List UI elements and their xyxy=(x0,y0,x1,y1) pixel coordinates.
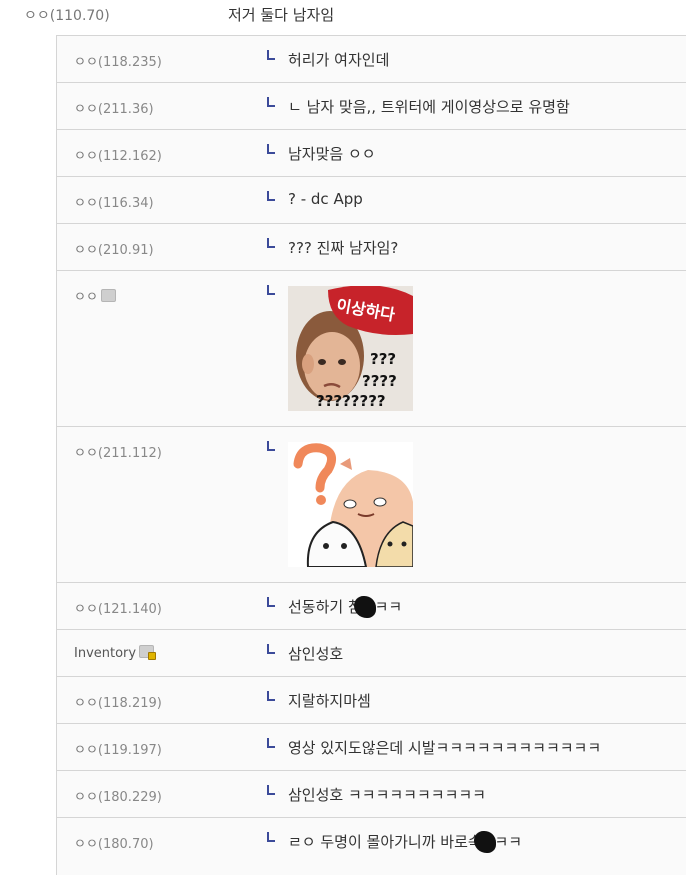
fixed-nick-icon xyxy=(139,645,157,660)
reply-text: 삼인성호 xyxy=(288,645,344,663)
reply-row: ㅇㅇ(211.112) xyxy=(57,426,686,582)
reply-list: ㅇㅇ(118.235) 허리가 여자인데 ㅇㅇ(211.36) ㄴ 남자 맞음,… xyxy=(56,35,686,875)
svg-text:????: ???? xyxy=(362,372,397,390)
reply-row: ㅇㅇ(211.36) ㄴ 남자 맞음,, 트위터에 게이영상으로 유명함 xyxy=(57,82,686,129)
reply-text: 선동하기 참 ㅋㅋ xyxy=(288,596,403,618)
reply-arrow-icon xyxy=(267,238,275,248)
reply-text: ㄴ 남자 맞음,, 트위터에 게이영상으로 유명함 xyxy=(288,98,570,116)
question-bun-sticker xyxy=(288,442,413,567)
comment-author[interactable]: ㅇㅇ(110.70) xyxy=(24,5,110,25)
reply-row: ㅇㅇ(119.197) 영상 있지도않은데 시발ㅋㅋㅋㅋㅋㅋㅋㅋㅋㅋㅋㅋ xyxy=(57,723,686,770)
reply-text: ??? 진짜 남자임? xyxy=(288,239,399,257)
reply-text: 영상 있지도않은데 시발ㅋㅋㅋㅋㅋㅋㅋㅋㅋㅋㅋㅋ xyxy=(288,739,602,757)
reply-row: ㅇㅇ(180.229) 삼인성호 ㅋㅋㅋㅋㅋㅋㅋㅋㅋㅋ xyxy=(57,770,686,817)
reply-arrow-icon xyxy=(267,285,275,295)
reply-author[interactable]: ㅇㅇ(118.235) xyxy=(74,51,162,70)
reply-row: Inventory 삼인성호 xyxy=(57,629,686,676)
reply-author[interactable]: ㅇㅇ(116.34) xyxy=(74,192,154,211)
reply-author[interactable]: ㅇㅇ(118.219) xyxy=(74,692,162,711)
reply-arrow-icon xyxy=(267,691,275,701)
reply-row: ㅇㅇ(118.235) 허리가 여자인데 xyxy=(57,35,686,82)
reply-arrow-icon xyxy=(267,832,275,842)
reply-text: 지랄하지마셈 xyxy=(288,692,371,710)
reply-arrow-icon xyxy=(267,441,275,451)
reply-arrow-icon xyxy=(267,50,275,60)
reply-row: ㅇㅇ(112.162) 남자맞음 ㅇㅇ xyxy=(57,129,686,176)
comment-text: 저거 둘다 남자임 xyxy=(228,6,335,24)
reply-row: ㅇㅇ(121.140) 선동하기 참 ㅋㅋ xyxy=(57,582,686,629)
reply-author[interactable]: ㅇㅇ(121.140) xyxy=(74,598,162,617)
svg-text:????????: ???????? xyxy=(316,392,386,410)
reply-arrow-icon xyxy=(267,738,275,748)
reply-row: ㅇㅇ 이상하다 ??? ???? ???????? xyxy=(57,270,686,426)
reply-text: 허리가 여자인데 xyxy=(288,51,390,69)
confused-boy-sticker: 이상하다 ??? ???? ???????? xyxy=(288,286,413,411)
reply-row: ㅇㅇ(180.70) ㄹㅇ 두명이 몰아가니까 바로속 ㅋㅋ xyxy=(57,817,686,864)
reply-arrow-icon xyxy=(267,144,275,154)
reply-arrow-icon xyxy=(267,644,275,654)
reply-text: ? - dc App xyxy=(288,190,363,208)
censor-scribble xyxy=(353,596,376,618)
reply-row: ㅇㅇ(118.219) 지랄하지마셈 xyxy=(57,676,686,723)
reply-author[interactable]: ㅇㅇ(112.162) xyxy=(74,145,162,164)
reply-author[interactable]: ㅇㅇ(211.36) xyxy=(74,98,154,117)
reply-author[interactable]: ㅇㅇ(119.197) xyxy=(74,739,162,758)
reply-arrow-icon xyxy=(267,597,275,607)
reply-text: 남자맞음 ㅇㅇ xyxy=(288,145,376,163)
reply-author[interactable]: ㅇㅇ(180.229) xyxy=(74,786,162,805)
comment-row: ㅇㅇ(110.70) 저거 둘다 남자임 xyxy=(0,0,686,35)
reply-author[interactable]: ㅇㅇ xyxy=(74,286,116,305)
reply-author[interactable]: ㅇㅇ(180.70) xyxy=(74,833,154,852)
reply-author[interactable]: Inventory xyxy=(74,645,157,661)
reply-arrow-icon xyxy=(267,191,275,201)
reply-arrow-icon xyxy=(267,97,275,107)
dccon-sticker[interactable] xyxy=(288,442,413,567)
reply-arrow-icon xyxy=(267,785,275,795)
reply-author[interactable]: ㅇㅇ(211.112) xyxy=(74,442,162,461)
svg-text:???: ??? xyxy=(370,350,396,368)
reply-author[interactable]: ㅇㅇ(210.91) xyxy=(74,239,154,258)
reply-row: ㅇㅇ(116.34) ? - dc App xyxy=(57,176,686,223)
dccon-sticker[interactable]: 이상하다 ??? ???? ???????? xyxy=(288,286,413,411)
reply-row: ㅇㅇ(210.91) ??? 진짜 남자임? xyxy=(57,223,686,270)
reply-text: 삼인성호 ㅋㅋㅋㅋㅋㅋㅋㅋㅋㅋ xyxy=(288,786,486,804)
member-badge-icon xyxy=(100,289,116,302)
